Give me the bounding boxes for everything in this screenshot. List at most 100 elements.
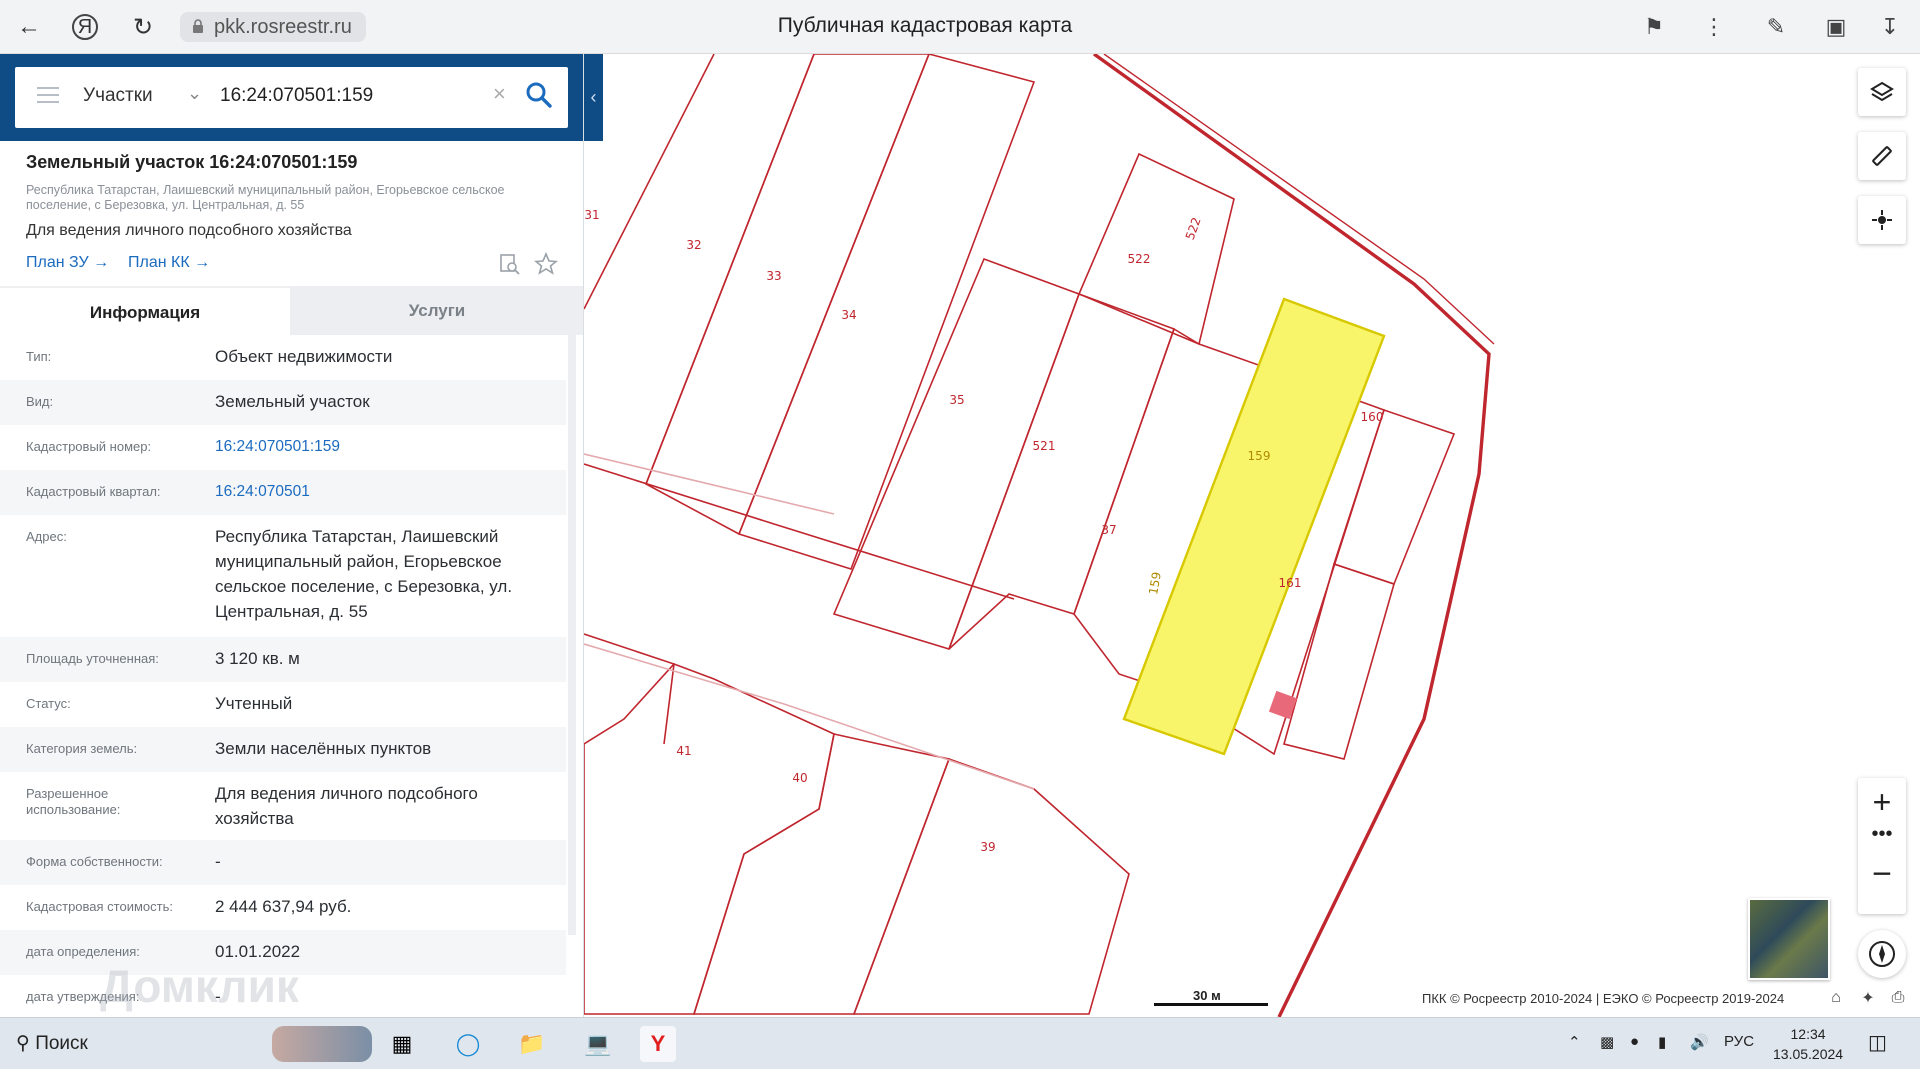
clock-date: 13.05.2024 bbox=[1773, 1046, 1844, 1062]
document-search-icon[interactable] bbox=[498, 252, 522, 276]
object-purpose: Для ведения личного подсобного хозяйства bbox=[26, 222, 352, 239]
tab-services[interactable]: Услуги bbox=[290, 286, 583, 335]
parcel-label: 40 bbox=[792, 771, 807, 785]
tab-info[interactable]: Информация bbox=[0, 286, 290, 335]
table-row: Вид: Земельный участок bbox=[0, 380, 566, 425]
print-icon[interactable]: ⎙ bbox=[1888, 988, 1908, 1008]
map-copyright: ПКК © Росреестр 2010-2024 | ЕЭКО © Росре… bbox=[1422, 991, 1785, 1006]
road-edge bbox=[584, 463, 1015, 600]
row-value: Земельный участок bbox=[215, 392, 370, 411]
tray-chevron-icon[interactable]: ⌃ bbox=[1568, 1033, 1581, 1051]
row-value-link[interactable]: 16:24:070501:159 bbox=[215, 434, 560, 459]
taskbar-search[interactable]: ⚲ Поиск bbox=[16, 1032, 88, 1055]
file-explorer-icon[interactable]: 📁 bbox=[514, 1026, 550, 1062]
parcel-label: 522 bbox=[1183, 215, 1204, 241]
table-row: Кадастровый номер: 16:24:070501:159 bbox=[0, 425, 566, 470]
edge-icon[interactable]: ◯ bbox=[450, 1026, 486, 1062]
road-edge bbox=[584, 633, 675, 745]
chevron-down-icon[interactable]: ⌄ bbox=[187, 83, 202, 104]
parcel-label: 32 bbox=[686, 238, 701, 252]
layers-button[interactable] bbox=[1858, 68, 1906, 116]
search-input[interactable]: 16:24:070501:159 bbox=[220, 85, 373, 107]
parcel-label: 39 bbox=[980, 840, 995, 854]
taskbar-search-label: Поиск bbox=[35, 1033, 88, 1054]
parcel-label: 159 bbox=[1146, 571, 1164, 596]
more-menu-icon[interactable]: ⋮ bbox=[1700, 13, 1728, 41]
row-label: Кадастровый квартал: bbox=[26, 484, 161, 499]
parcel-35 bbox=[832, 257, 1081, 650]
battery-icon[interactable]: ▮ bbox=[1658, 1033, 1666, 1051]
search-icon[interactable] bbox=[525, 81, 553, 109]
parcel-label: 33 bbox=[766, 269, 781, 283]
home-icon[interactable]: ⌂ bbox=[1826, 988, 1846, 1008]
system-clock[interactable]: 12:34 13.05.2024 bbox=[1773, 1024, 1843, 1064]
download-icon[interactable]: ↧ bbox=[1876, 13, 1904, 41]
parcel-label: 159 bbox=[1248, 449, 1271, 463]
parcel-label: 37 bbox=[1101, 523, 1116, 537]
collapse-panel-button[interactable]: ‹ bbox=[584, 54, 603, 141]
browser-toolbar: ← Я ↻ pkk.rosreestr.ru Публичная кадастр… bbox=[0, 0, 1920, 54]
row-value-link[interactable]: 16:24:070501 bbox=[215, 479, 560, 504]
table-row: Тип: Объект недвижимости bbox=[0, 335, 566, 380]
meet-icon[interactable]: ▩ bbox=[1600, 1033, 1614, 1051]
language-indicator[interactable]: РУС bbox=[1724, 1033, 1754, 1050]
outer-boundary bbox=[1103, 54, 1495, 345]
menu-icon[interactable] bbox=[37, 87, 59, 105]
plan-zu-link[interactable]: План ЗУ → bbox=[26, 254, 109, 272]
row-value: Земли населённых пунктов bbox=[215, 739, 432, 758]
row-label: Вид: bbox=[26, 394, 54, 409]
selected-parcel-159 bbox=[1122, 297, 1386, 756]
table-row: Площадь уточненная: 3 120 кв. м bbox=[0, 637, 566, 682]
yandex-browser-icon[interactable]: Y bbox=[640, 1026, 676, 1062]
microphone-icon[interactable]: ● bbox=[1630, 1033, 1639, 1050]
task-view-icon[interactable]: ▦ bbox=[384, 1026, 420, 1062]
more-icon[interactable]: ••• bbox=[1858, 822, 1906, 846]
info-panel: Участки ⌄ 16:24:070501:159 × Земельный у… bbox=[0, 54, 584, 1017]
zoom-out-button[interactable]: − bbox=[1858, 854, 1906, 894]
parcel-label: 34 bbox=[841, 308, 856, 322]
parcel-boundary bbox=[584, 54, 715, 310]
satellite-minimap[interactable] bbox=[1748, 898, 1830, 980]
parcel-161 bbox=[1283, 562, 1395, 760]
row-value: Объект недвижимости bbox=[215, 347, 393, 366]
layers-icon bbox=[1870, 81, 1894, 102]
cadastral-map[interactable]: 31 32 33 34 35 521 522 522 37 159 159 160 161 41 40 39 bbox=[584, 54, 1920, 1017]
search-icon: ⚲ bbox=[16, 1033, 30, 1054]
bookmark-icon[interactable]: ⚑ bbox=[1640, 13, 1668, 41]
locate-small-icon[interactable]: ✦ bbox=[1858, 988, 1878, 1008]
category-select[interactable]: Участки bbox=[83, 85, 153, 107]
translate-icon[interactable]: ✎ bbox=[1762, 13, 1790, 41]
search-header: Участки ⌄ 16:24:070501:159 × bbox=[0, 54, 583, 141]
row-label: Адрес: bbox=[26, 529, 67, 544]
compass-button[interactable] bbox=[1858, 930, 1906, 978]
road-edge bbox=[584, 453, 835, 515]
extension-icon[interactable]: ▣ bbox=[1822, 13, 1850, 41]
table-row: Кадастровый квартал: 16:24:070501 bbox=[0, 470, 566, 515]
map-canvas[interactable]: 31 32 33 34 35 521 522 522 37 159 159 160 161 41 40 39 bbox=[584, 54, 1920, 1017]
zoom-in-button[interactable]: + bbox=[1858, 782, 1906, 822]
star-icon[interactable] bbox=[534, 252, 558, 276]
locate-button[interactable] bbox=[1858, 196, 1906, 244]
parcel-521 bbox=[948, 292, 1176, 650]
row-label: дата определения: bbox=[26, 944, 140, 959]
computer-icon[interactable]: 💻 bbox=[580, 1026, 616, 1062]
plan-kk-link[interactable]: План КК → bbox=[128, 254, 210, 272]
object-title: Земельный участок 16:24:070501:159 bbox=[26, 152, 358, 172]
volume-icon[interactable]: 🔊 bbox=[1690, 1033, 1709, 1051]
measure-button[interactable] bbox=[1858, 132, 1906, 180]
row-label: Статус: bbox=[26, 696, 71, 711]
search-highlight-image[interactable] bbox=[272, 1026, 372, 1062]
row-value: Учтенный bbox=[215, 694, 293, 713]
parcel-label: 160 bbox=[1361, 410, 1384, 424]
row-label: Категория земель: bbox=[26, 741, 138, 756]
ruler-icon bbox=[1872, 146, 1892, 166]
parcel-39 bbox=[852, 757, 1130, 1015]
parcel-label: 522 bbox=[1128, 252, 1151, 266]
watermark: Домклик bbox=[100, 960, 299, 1012]
panel-scrollbar[interactable] bbox=[568, 335, 576, 935]
road-edge bbox=[584, 643, 1035, 790]
notification-icon[interactable]: ◫ bbox=[1868, 1030, 1887, 1055]
parcel-40 bbox=[692, 733, 951, 1015]
clear-icon[interactable]: × bbox=[493, 81, 506, 107]
parcel-41 bbox=[584, 663, 835, 1015]
